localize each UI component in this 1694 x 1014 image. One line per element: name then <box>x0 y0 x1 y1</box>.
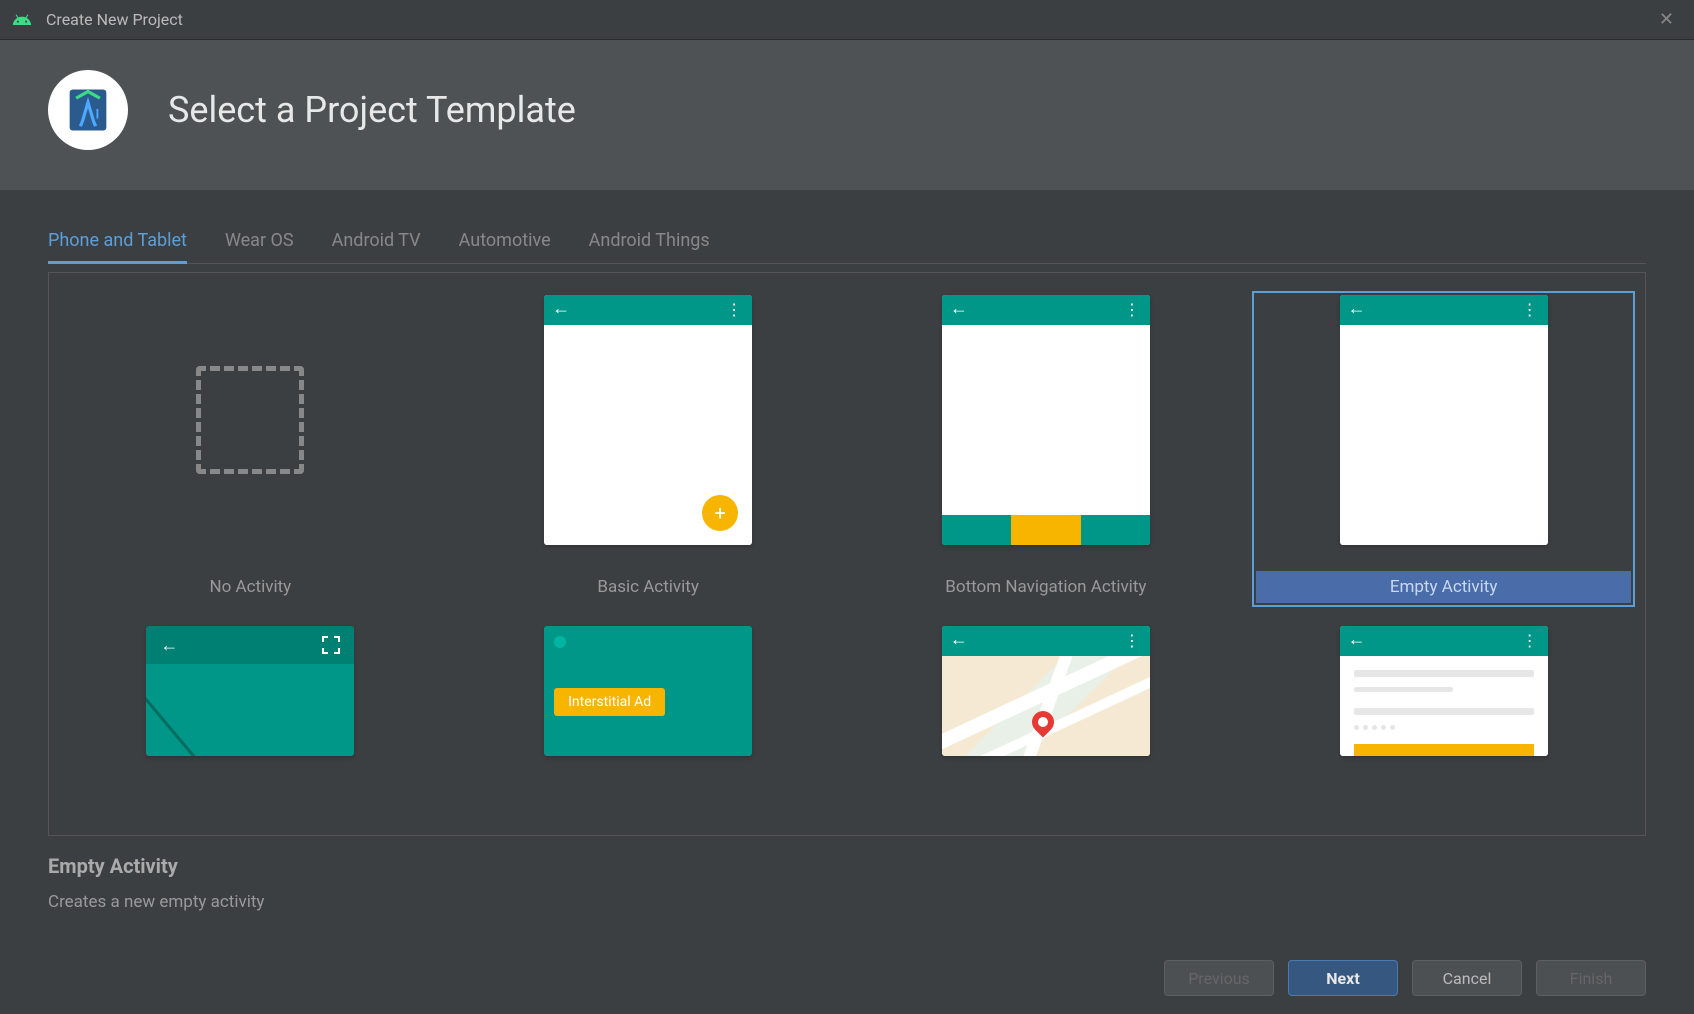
template-basic-activity[interactable]: ⋮ + Basic Activity <box>457 291 840 607</box>
thumbnail-no-activity <box>146 295 354 545</box>
fullscreen-bar-icon: ← <box>146 626 354 664</box>
fab-icon: + <box>702 495 738 531</box>
appbar-icon: ⋮ <box>1340 295 1548 325</box>
thumbnail-map: ⋮ <box>942 626 1150 756</box>
overflow-menu-icon: ⋮ <box>1124 637 1140 645</box>
template-no-activity[interactable]: No Activity <box>59 291 442 607</box>
template-fullscreen[interactable]: ← <box>59 622 442 760</box>
tab-android-things[interactable]: Android Things <box>589 220 710 264</box>
overflow-menu-icon: ⋮ <box>726 306 742 314</box>
template-list[interactable]: ⋮ <box>1252 622 1635 760</box>
finish-button[interactable]: Finish <box>1536 960 1646 996</box>
dashed-box-icon <box>196 366 304 474</box>
tab-android-tv[interactable]: Android TV <box>332 220 421 264</box>
thumbnail-fullscreen: ← <box>146 626 354 756</box>
close-icon[interactable]: ✕ <box>1651 5 1682 34</box>
appbar-icon: ⋮ <box>942 626 1150 656</box>
overflow-menu-icon: ⋮ <box>1522 637 1538 645</box>
template-grid-container: No Activity ⋮ + Basic Activity <box>48 272 1646 836</box>
template-interstitial[interactable]: Interstitial Ad <box>457 622 840 760</box>
thumb-body: + <box>544 325 752 545</box>
description-text: Creates a new empty activity <box>48 892 1646 912</box>
template-empty-activity[interactable]: ⋮ Empty Activity <box>1252 291 1635 607</box>
template-label: Basic Activity <box>461 571 836 603</box>
dialog-header: I Select a Project Template <box>0 40 1694 190</box>
overflow-menu-icon: ⋮ <box>1522 306 1538 314</box>
template-label: Empty Activity <box>1256 571 1631 603</box>
appbar-icon: ⋮ <box>544 295 752 325</box>
cancel-button[interactable]: Cancel <box>1412 960 1522 996</box>
thumbnail-list: ⋮ <box>1340 626 1548 756</box>
thumbnail-interstitial: Interstitial Ad <box>544 626 752 756</box>
template-bottom-nav[interactable]: ⋮ Bottom Navigation Activity <box>855 291 1238 607</box>
window-title: Create New Project <box>46 10 1651 29</box>
tab-automotive[interactable]: Automotive <box>459 220 551 264</box>
appbar-icon: ⋮ <box>1340 626 1548 656</box>
thumb-body <box>942 325 1150 515</box>
next-button[interactable]: Next <box>1288 960 1398 996</box>
back-arrow-icon: ← <box>160 635 178 656</box>
category-tabs: Phone and Tablet Wear OS Android TV Auto… <box>48 220 1646 264</box>
previous-button[interactable]: Previous <box>1164 960 1274 996</box>
template-description: Empty Activity Creates a new empty activ… <box>0 836 1694 948</box>
list-body-icon <box>1340 656 1548 756</box>
template-grid: No Activity ⋮ + Basic Activity <box>59 291 1635 760</box>
dot-icon <box>554 636 566 648</box>
overflow-menu-icon: ⋮ <box>1124 306 1140 314</box>
template-map[interactable]: ⋮ <box>855 622 1238 760</box>
thumbnail-bottom-nav: ⋮ <box>942 295 1150 545</box>
button-bar: Previous Next Cancel Finish <box>0 948 1694 1014</box>
appbar-icon: ⋮ <box>942 295 1150 325</box>
android-icon <box>12 10 32 30</box>
expand-icon <box>322 636 340 654</box>
template-label: Bottom Navigation Activity <box>859 571 1234 603</box>
description-title: Empty Activity <box>48 854 1646 878</box>
titlebar: Create New Project ✕ <box>0 0 1694 40</box>
interstitial-badge: Interstitial Ad <box>554 688 665 716</box>
diagonal-line-icon <box>146 675 243 756</box>
android-studio-icon: I <box>48 70 128 150</box>
bottom-nav-icon <box>942 515 1150 545</box>
thumb-body <box>1340 325 1548 545</box>
template-label: No Activity <box>63 571 438 603</box>
tab-wear-os[interactable]: Wear OS <box>225 220 294 264</box>
tab-phone-tablet[interactable]: Phone and Tablet <box>48 220 187 264</box>
map-body-icon <box>942 656 1150 756</box>
content-area: Phone and Tablet Wear OS Android TV Auto… <box>0 190 1694 836</box>
thumbnail-basic-activity: ⋮ + <box>544 295 752 545</box>
page-title: Select a Project Template <box>168 89 576 131</box>
thumbnail-empty-activity: ⋮ <box>1340 295 1548 545</box>
svg-text:I: I <box>96 108 100 123</box>
